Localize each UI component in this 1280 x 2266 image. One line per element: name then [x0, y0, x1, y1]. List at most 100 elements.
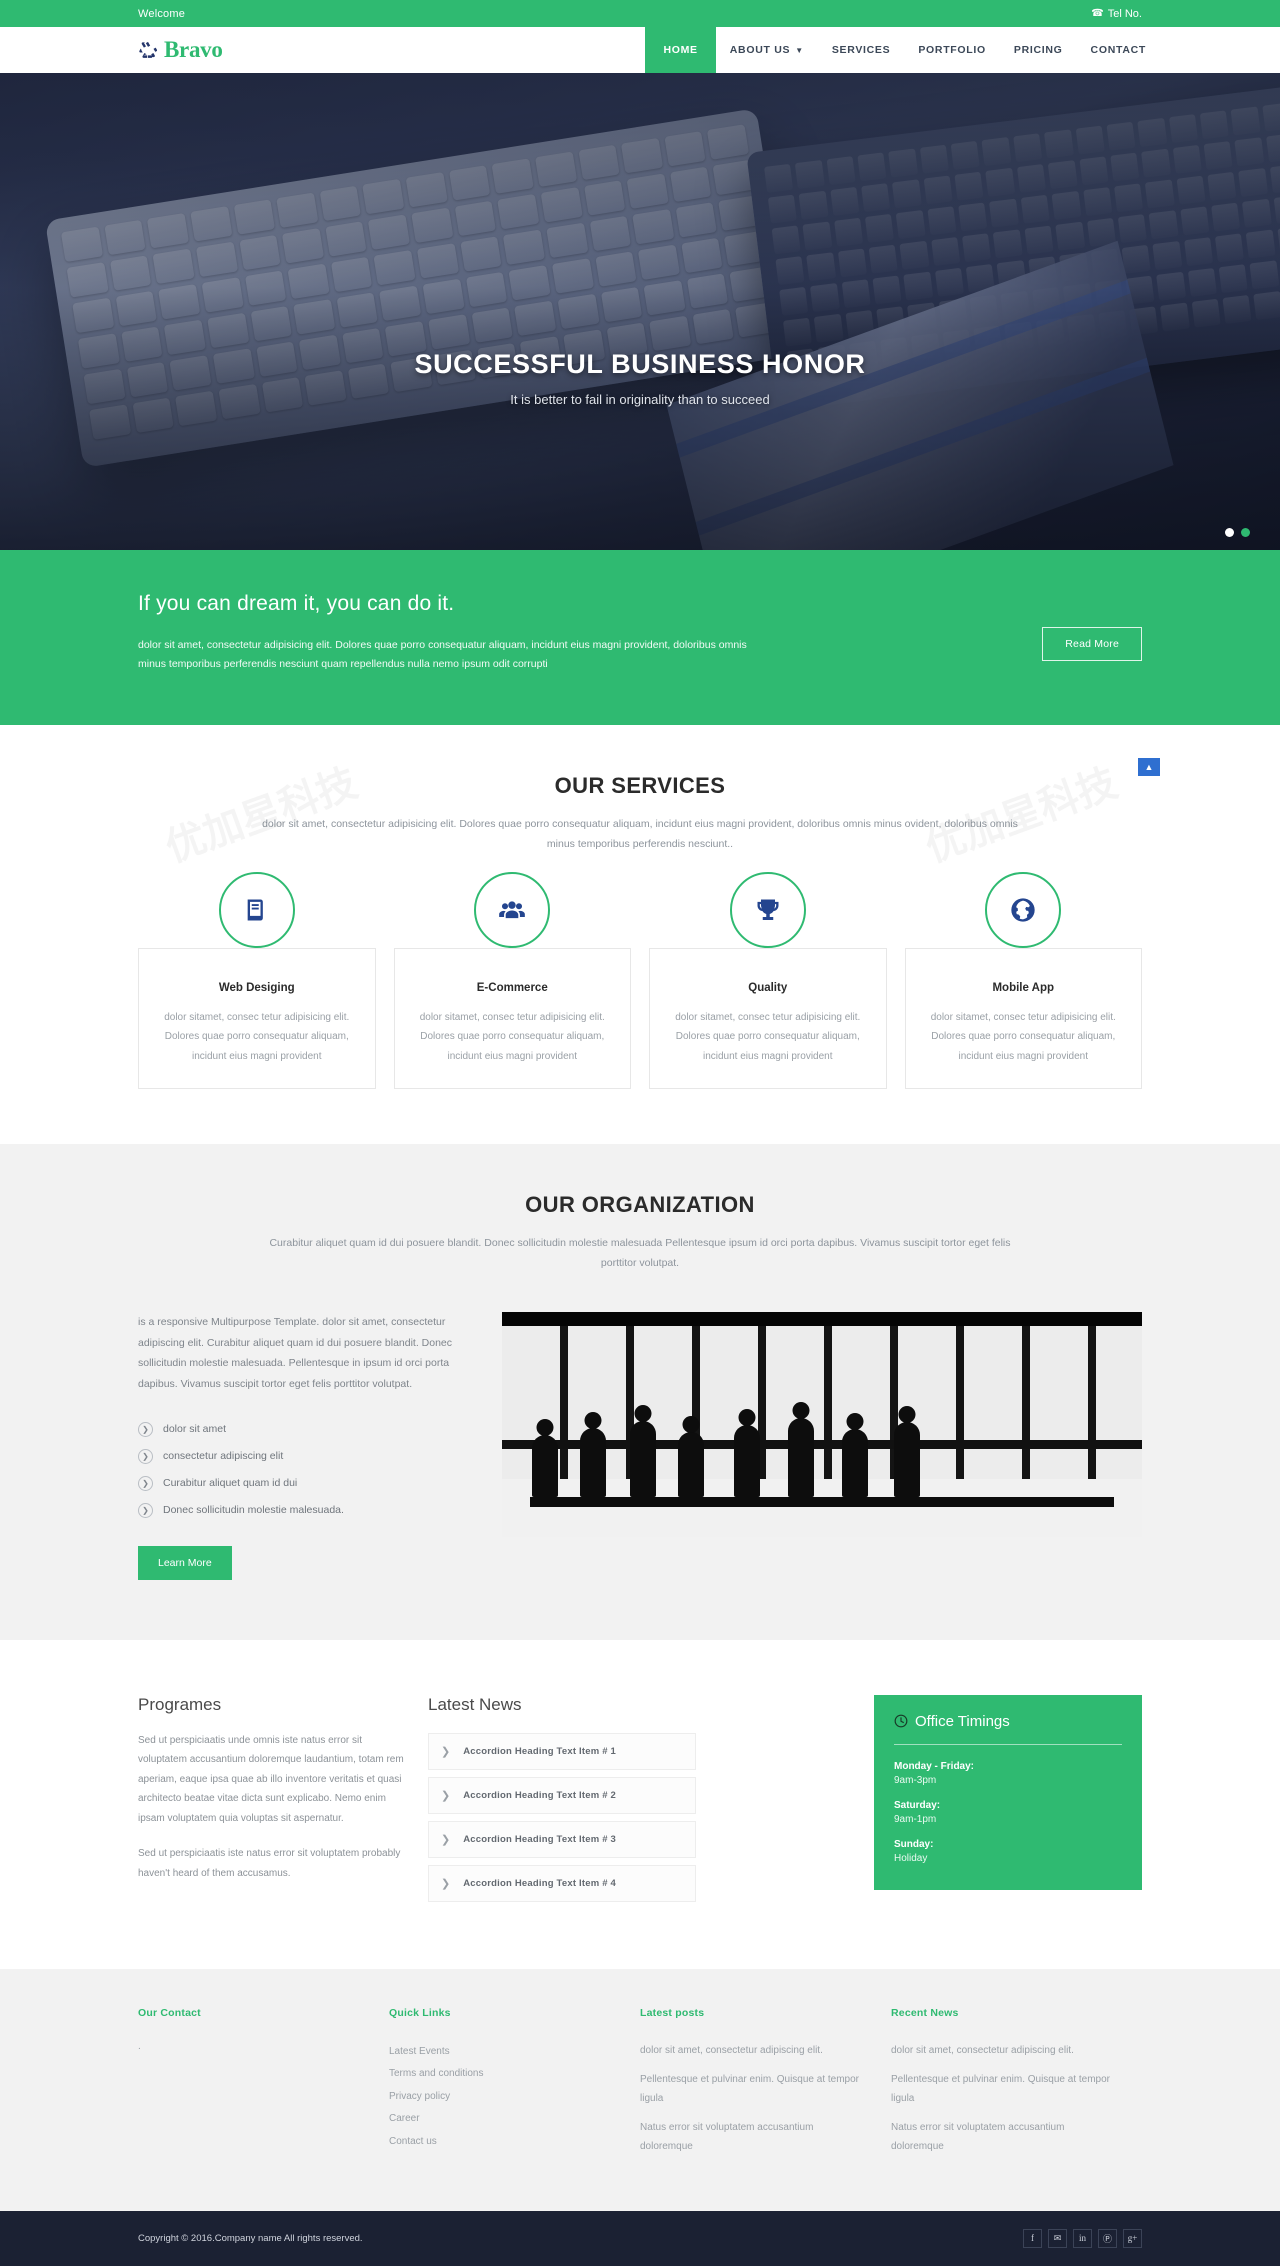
nav-item-about-us[interactable]: ABOUT US ▼	[716, 27, 818, 73]
services-title: OUR SERVICES	[554, 772, 726, 798]
service-icon-circle	[985, 871, 1062, 948]
globe-icon	[1011, 898, 1035, 922]
footer-link[interactable]: Contact us	[389, 2131, 614, 2154]
person-silhouette	[678, 1432, 704, 1498]
organization-paragraph: is a responsive Multipurpose Template. d…	[138, 1316, 453, 1390]
cta-title: If you can dream it, you can do it.	[138, 592, 455, 615]
footer-link[interactable]: Privacy policy	[389, 2086, 614, 2109]
footer-post: dolor sit amet, consectetur adipiscing e…	[640, 2044, 823, 2056]
accordion-item[interactable]: ❯ Accordion Heading Text Item # 3	[428, 1820, 696, 1858]
twitter-icon[interactable]: ✉	[1048, 2228, 1067, 2248]
person-silhouette	[532, 1435, 558, 1498]
hero-overlay	[0, 73, 1280, 550]
top-bar: Welcome ☎ Tel No.	[0, 0, 1280, 27]
timing-label: Monday - Friday:	[894, 1760, 975, 1772]
hero-dot-1[interactable]	[1225, 528, 1234, 537]
footer-column-latest-posts: Latest posts dolor sit amet, consectetur …	[640, 2007, 891, 2166]
organization-description: Curabitur aliquet quam id dui posuere bl…	[269, 1237, 1011, 1270]
google-plus-icon[interactable]: g+	[1123, 2228, 1142, 2248]
nav-item-contact[interactable]: CONTACT	[1077, 27, 1160, 73]
pinterest-icon[interactable]: Ⓟ	[1098, 2228, 1117, 2248]
nav-item-label: HOME	[663, 44, 698, 56]
service-card-text: dolor sitamet, consec tetur adipisicing …	[164, 1011, 350, 1062]
person-silhouette	[580, 1428, 606, 1498]
read-more-button[interactable]: Read More	[1042, 627, 1142, 661]
recycle-icon	[139, 41, 158, 58]
footer-link[interactable]: Latest Events	[389, 2041, 614, 2064]
latest-news-title: Latest News	[428, 1694, 522, 1714]
brand-logo[interactable]: Bravo	[120, 37, 223, 63]
accordion-item[interactable]: ❯ Accordion Heading Text Item # 4	[428, 1864, 696, 1902]
footer-post: Pellentesque et pulvinar enim. Quisque a…	[640, 2073, 860, 2104]
organization-list-label: dolor sit amet	[163, 1423, 227, 1436]
timing-value: Holiday	[894, 1852, 928, 1864]
scroll-to-top-button[interactable]: ▲	[1138, 757, 1160, 776]
service-card-title: Quality	[748, 981, 788, 994]
chevron-down-icon: ▼	[795, 45, 804, 55]
service-card[interactable]: Quality dolor sitamet, consec tetur adipi…	[649, 871, 887, 1090]
organization-list-item: ❯ consectetur adipiscing elit	[138, 1443, 468, 1470]
organization-section: OUR ORGANIZATION Curabitur aliquet quam …	[0, 1144, 1280, 1640]
nav-item-services[interactable]: SERVICES	[818, 27, 905, 73]
service-card-title: Web Desiging	[218, 981, 295, 994]
users-icon	[499, 901, 526, 918]
service-card-text: dolor sitamet, consec tetur adipisicing …	[675, 1011, 861, 1062]
programmes-paragraph-1: Sed ut perspiciaatis unde omnis iste nat…	[138, 1734, 404, 1824]
linkedin-icon[interactable]: in	[1073, 2228, 1092, 2248]
nav-item-label: PRICING	[1013, 44, 1063, 56]
learn-more-button[interactable]: Learn More	[138, 1545, 232, 1580]
nav-item-portfolio[interactable]: PORTFOLIO	[904, 27, 1000, 73]
footer-link[interactable]: Terms and conditions	[389, 2063, 614, 2086]
nav-item-label: SERVICES	[831, 44, 891, 56]
nav-item-pricing[interactable]: PRICING	[1000, 27, 1077, 73]
organization-image	[502, 1312, 1142, 1538]
cta-banner: If you can dream it, you can do it. dolo…	[0, 550, 1280, 725]
footer-column-heading: Recent News	[891, 2006, 959, 2019]
mid-section: Programes Sed ut perspiciaatis unde omni…	[0, 1639, 1280, 1969]
accordion-item[interactable]: ❯ Accordion Heading Text Item # 2	[428, 1776, 696, 1814]
chevron-right-icon: ❯	[441, 1745, 451, 1758]
nav-item-home[interactable]: HOME	[645, 27, 716, 73]
chevron-right-icon: ❯	[441, 1789, 451, 1802]
facebook-icon[interactable]: f	[1023, 2228, 1042, 2248]
chevron-right-circle-icon: ❯	[138, 1421, 153, 1437]
programmes-paragraph-2: Sed ut perspiciaatis iste natus error si…	[138, 1848, 401, 1879]
chevron-right-circle-icon: ❯	[138, 1475, 153, 1491]
telephone-link[interactable]: ☎ Tel No.	[1091, 8, 1160, 20]
footer-post: Natus error sit voluptatem accusantium d…	[891, 2121, 1065, 2152]
social-links: f ✉ in Ⓟg+	[1023, 2228, 1142, 2248]
service-card-text: dolor sitamet, consec tetur adipisicing …	[419, 1011, 605, 1062]
person-silhouette	[894, 1422, 920, 1498]
chevron-right-circle-icon: ❯	[138, 1448, 153, 1464]
person-silhouette	[630, 1421, 656, 1498]
latest-news-column: Latest News ❯ Accordion Heading Text Item…	[428, 1695, 696, 1909]
nav-menu: HOME ABOUT US ▼ SERVICES PORTFOLIO PRICING CON…	[645, 27, 1160, 73]
programmes-column: Programes Sed ut perspiciaatis unde omni…	[138, 1695, 406, 1884]
copyright-text: Copyright © 2016.Company name All rights…	[138, 2232, 363, 2244]
hero-subtitle: It is better to fail in originality than…	[510, 392, 770, 407]
service-card[interactable]: Mobile App dolor sitamet, consec tetur ad…	[904, 871, 1142, 1090]
footer-column-heading: Latest posts	[640, 2006, 705, 2019]
services-description: dolor sit amet, consectetur adipisicing …	[262, 817, 1018, 850]
hero-dot-2[interactable]	[1241, 528, 1250, 537]
service-card[interactable]: Web Desiging dolor sitamet, consec tetur …	[138, 871, 376, 1090]
footer-column-quick-links: Quick Links Latest Events Terms and condit…	[389, 2007, 640, 2166]
organization-list-item: ❯ Donec sollicitudin molestie malesuada.	[138, 1497, 468, 1524]
organization-list-item: ❯ Curabitur aliquet quam id dui	[138, 1470, 468, 1497]
service-card-title: E-Commerce	[476, 981, 548, 994]
nav-item-label: PORTFOLIO	[918, 44, 986, 56]
timing-label: Sunday:	[894, 1838, 934, 1850]
cta-text: dolor sit amet, consectetur adipisicing …	[138, 639, 747, 671]
footer-post: dolor sit amet, consectetur adipiscing e…	[891, 2044, 1074, 2056]
accordion-item-title: Accordion Heading Text Item # 3	[463, 1833, 616, 1845]
telephone-label: Tel No.	[1107, 7, 1142, 20]
service-icon-circle	[218, 871, 295, 948]
services-section: ▲ 优加星科技 优加星科技 OUR SERVICES dolor sit ame…	[0, 724, 1280, 1145]
service-card[interactable]: E-Commerce dolor sitamet, consec tetur ad…	[393, 871, 631, 1090]
footer-link[interactable]: Career	[389, 2108, 614, 2131]
hero-slider: SUCCESSFUL BUSINESS HONOR It is better t…	[0, 73, 1280, 550]
accordion-item[interactable]: ❯ Accordion Heading Text Item # 1	[428, 1732, 696, 1770]
organization-title: OUR ORGANIZATION	[525, 1192, 755, 1218]
footer-post: Pellentesque et pulvinar enim. Quisque a…	[891, 2073, 1111, 2104]
footer: Our Contact. Quick Links Latest Events Term…	[0, 1968, 1280, 2211]
